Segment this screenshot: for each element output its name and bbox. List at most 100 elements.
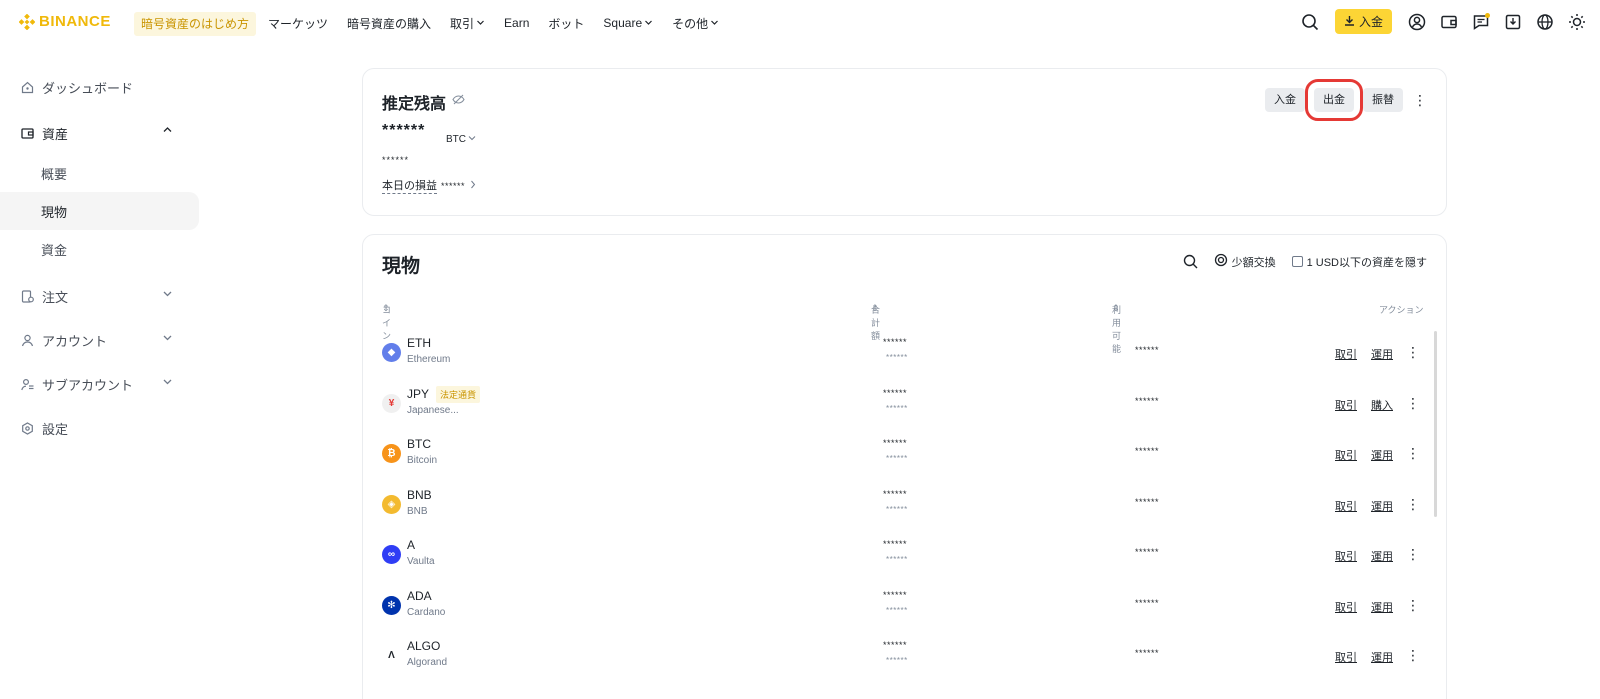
chevron-up-icon xyxy=(162,124,173,138)
spot-assets-card: 現物 少額交換 1 USD以下の資産を隠す コイン ⇕ 合計額 ⇕ 利用可能 ⇕… xyxy=(362,234,1447,699)
earn-link[interactable]: 運用 xyxy=(1371,548,1393,564)
coin-symbol: BTC xyxy=(407,437,431,451)
nav-item-label: Earn xyxy=(504,16,530,30)
more-options-icon[interactable]: ⋮ xyxy=(1406,597,1420,614)
download-app-icon[interactable] xyxy=(1502,11,1524,33)
more-options-icon[interactable]: ⋮ xyxy=(1406,647,1420,664)
binance-logo[interactable]: BINANCE xyxy=(19,13,111,30)
more-options-icon[interactable]: ⋮ xyxy=(1406,445,1420,462)
more-options-icon[interactable]: ⋮ xyxy=(1406,546,1420,563)
more-options-icon[interactable]: ⋮ xyxy=(1406,395,1420,412)
hide-small-balances-toggle[interactable]: 1 USD以下の資産を隠す xyxy=(1291,254,1427,270)
nav-item[interactable]: その他 xyxy=(672,15,719,32)
column-coin[interactable]: コイン ⇕ xyxy=(382,303,391,341)
logo-text: BINANCE xyxy=(39,13,111,30)
earn-link[interactable]: 運用 xyxy=(1371,447,1393,463)
nav-item[interactable]: マーケッツ xyxy=(268,15,328,32)
coin-name: Algorand xyxy=(407,657,448,668)
sidebar-item-assets[interactable]: 資産 xyxy=(0,112,200,154)
sidebar-item-subaccount[interactable]: サブアカウント xyxy=(0,362,200,406)
todays-pnl[interactable]: 本日の損益 ****** xyxy=(382,177,477,194)
nav-item[interactable]: ボット xyxy=(548,15,584,32)
currency-selector[interactable]: BTC xyxy=(446,134,476,145)
eye-hidden-icon[interactable] xyxy=(452,93,465,111)
spot-title: 現物 xyxy=(382,256,421,277)
language-globe-icon[interactable] xyxy=(1534,11,1556,33)
column-available[interactable]: 利用可能 ⇕ xyxy=(1112,303,1121,354)
coin-icon: ✻ xyxy=(382,595,401,615)
nav-icons: 入金 xyxy=(1289,9,1588,34)
messages-icon[interactable] xyxy=(1470,11,1492,33)
small-exchange-button[interactable]: 少額交換 xyxy=(1214,253,1276,270)
estimated-balance-card: 推定残高 ****** BTC ****** 本日の損益 ****** 入金 出… xyxy=(362,68,1447,216)
nav-item[interactable]: Square xyxy=(603,16,653,30)
sidebar-item-dashboard[interactable]: ダッシュボード xyxy=(0,66,200,108)
nav-item[interactable]: Earn xyxy=(504,16,529,30)
nav-item-label: 暗号資産の購入 xyxy=(347,16,432,31)
sidebar-item-spot[interactable]: 現物 xyxy=(0,192,199,230)
hide-small-checkbox[interactable] xyxy=(1291,256,1303,267)
more-options-icon[interactable]: ⋮ xyxy=(1406,496,1420,513)
nav-item[interactable]: 取引 xyxy=(450,15,485,32)
sidebar-item-overview[interactable]: 概要 xyxy=(0,154,200,192)
sidebar-item-label: 注文 xyxy=(42,289,69,305)
chevron-down-icon xyxy=(468,134,476,145)
sidebar-item-label: 設定 xyxy=(42,421,69,437)
settings-icon xyxy=(20,421,34,435)
search-icon[interactable] xyxy=(1299,11,1321,33)
trade-link[interactable]: 取引 xyxy=(1335,397,1357,413)
column-total[interactable]: 合計額 ⇕ xyxy=(871,303,880,341)
sidebar-item-settings[interactable]: 設定 xyxy=(0,406,200,450)
coin-symbol: BNB xyxy=(407,487,432,502)
earn-link[interactable]: 運用 xyxy=(1371,649,1393,665)
trade-link[interactable]: 取引 xyxy=(1335,599,1357,615)
table-header: コイン ⇕ 合計額 ⇕ 利用可能 ⇕ アクション xyxy=(363,303,1446,354)
coin-icon: ◈ xyxy=(382,494,401,514)
balance-actions: 入金 出金 振替 ⋮ xyxy=(1265,79,1428,121)
notification-dot xyxy=(1485,12,1490,18)
trade-link[interactable]: 取引 xyxy=(1335,498,1357,514)
chevron-right-icon xyxy=(469,180,477,192)
trade-link[interactable]: 取引 xyxy=(1335,548,1357,564)
wallet-icon[interactable] xyxy=(1438,11,1460,33)
user-profile-icon[interactable] xyxy=(1406,11,1428,33)
more-options-icon[interactable]: ⋮ xyxy=(1406,344,1420,361)
home-icon xyxy=(20,80,34,94)
nav-menu: マーケッツ 暗号資産の購入 取引 Earn ボット Square その他 xyxy=(268,0,738,46)
table-row: ¥ JPY 法定通貨 Japanese... ****** ****** ****** 取引購… xyxy=(363,382,1446,432)
available-amount: ****** xyxy=(1135,597,1160,608)
earn-link[interactable]: 運用 xyxy=(1371,346,1393,362)
nav-item-label: ボット xyxy=(548,16,585,31)
sidebar-item-funding[interactable]: 資金 xyxy=(0,230,200,268)
chevron-down-icon xyxy=(476,18,485,29)
table-row: ∞ A Vaulta ****** ****** ****** 取引 運用 ⋮ xyxy=(363,533,1446,583)
sidebar-item-account[interactable]: アカウント xyxy=(0,318,200,362)
theme-sun-icon[interactable] xyxy=(1566,11,1588,33)
earn-link[interactable]: 購入 xyxy=(1371,397,1393,413)
deposit-button[interactable]: 入金 xyxy=(1334,9,1392,34)
sidebar-item-orders[interactable]: 注文 xyxy=(0,274,200,318)
transfer-button[interactable]: 振替 xyxy=(1363,88,1403,112)
trade-link[interactable]: 取引 xyxy=(1335,346,1357,362)
total-value: ****** xyxy=(886,555,908,564)
beginner-guide-link[interactable]: 暗号資産のはじめ方 xyxy=(134,12,257,36)
total-value: ****** xyxy=(886,605,908,615)
total-amount: ****** xyxy=(883,640,908,650)
table-scrollbar[interactable] xyxy=(1434,331,1437,517)
search-icon[interactable] xyxy=(1183,254,1198,269)
coin-name: Bitcoin xyxy=(407,455,438,466)
trade-link[interactable]: 取引 xyxy=(1335,649,1357,665)
earn-link[interactable]: 運用 xyxy=(1371,599,1393,615)
nav-item[interactable]: 暗号資産の購入 xyxy=(347,15,431,32)
coin-name: Cardano xyxy=(407,606,446,618)
earn-link[interactable]: 運用 xyxy=(1371,498,1393,514)
withdraw-button[interactable]: 出金 xyxy=(1305,79,1363,121)
coin-glyph: ₿ xyxy=(387,448,396,459)
spot-toolbar: 少額交換 1 USD以下の資産を隠す xyxy=(1183,253,1427,270)
nav-item-label: 取引 xyxy=(450,16,475,31)
coin-symbol: JPY xyxy=(407,386,430,401)
trade-link[interactable]: 取引 xyxy=(1335,447,1357,463)
deposit-button[interactable]: 入金 xyxy=(1265,88,1305,112)
pnl-value: ****** xyxy=(441,180,466,191)
more-options-icon[interactable]: ⋮ xyxy=(1412,92,1428,109)
